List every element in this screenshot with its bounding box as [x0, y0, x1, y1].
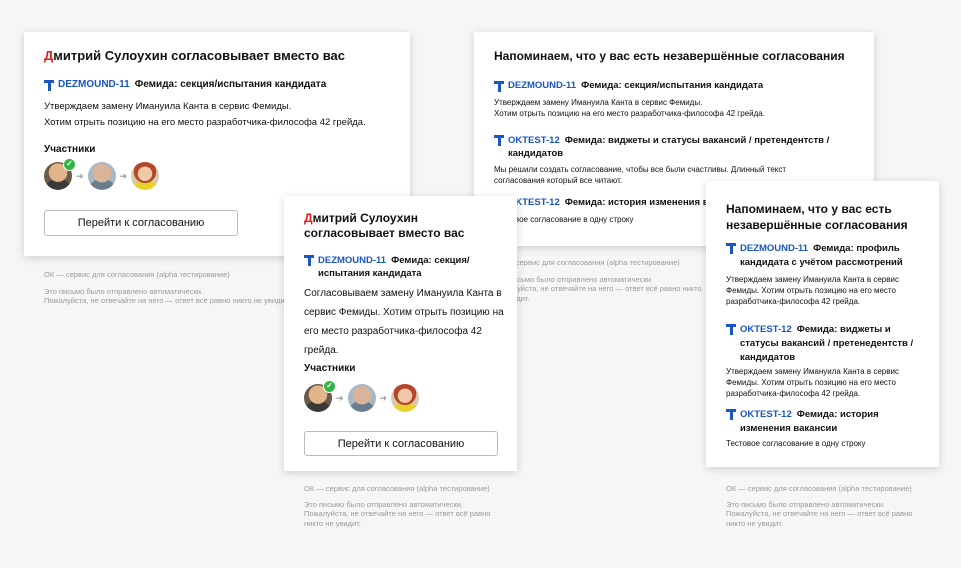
ticket-key-link[interactable]: DEZMOUND-11	[508, 80, 576, 91]
ticket-description: Утверждаем замену Имануила Канта в серви…	[44, 101, 366, 128]
email-footer: ОК — сервис для согласования (alpha тест…	[494, 258, 702, 303]
ticket-key-link[interactable]: DEZMOUND-11	[318, 255, 386, 266]
tracker-t-icon	[726, 324, 736, 335]
avatar[interactable]	[87, 162, 116, 190]
go-to-approval-button[interactable]: Перейти к согласованию	[44, 210, 238, 236]
tracker-t-icon	[726, 243, 736, 254]
ticket-name: Фемида: секция/испытания кандидата	[134, 79, 327, 90]
ticket-row[interactable]: DEZMOUND-11 Фемида: секция/испытания канд…	[304, 254, 504, 280]
ticket-key-link[interactable]: DEZMOUND-11	[58, 79, 130, 90]
arrow-right-icon: ➔	[336, 392, 344, 403]
ticket-description: Утверждаем замену Имануила Канта в серви…	[726, 367, 899, 398]
ticket-row[interactable]: DEZMOUND-11 Фемида: профиль кандидата с у…	[726, 242, 931, 270]
ticket-row[interactable]: OKTEST-12 Фемида: виджеты и статусы вакан…	[726, 323, 931, 365]
card-title: Дмитрий Сулоухин согласовывает вместо ва…	[44, 48, 346, 63]
ticket-description: Согласовываем замену Имануила Канта в се…	[304, 288, 504, 356]
ticket-key-link[interactable]: OKTEST-12	[508, 135, 560, 146]
ticket-row[interactable]: OKTEST-12 Фемида: история изменения вакан…	[726, 408, 931, 436]
ticket-row[interactable]: DEZMOUND-11 Фемида: секция/испытания кан…	[494, 80, 854, 92]
tracker-t-icon	[494, 135, 504, 146]
ticket-key-link[interactable]: DEZMOUND-11	[740, 243, 808, 254]
email-footer: ОК — сервис для согласования (alpha тест…	[726, 484, 913, 528]
participants-list: ✓ ➔ ➔	[304, 380, 420, 412]
participants-label: Участники	[304, 363, 356, 374]
email-footer: ОК — сервис для согласования (alpha тест…	[44, 270, 290, 305]
avatar[interactable]	[347, 384, 376, 412]
go-to-approval-button[interactable]: Перейти к согласованию	[304, 431, 498, 456]
avatar[interactable]: ✓	[304, 380, 336, 412]
ticket-description: Утверждаем замену Имануила Канта в серви…	[726, 275, 899, 306]
participants-label: Участники	[44, 144, 96, 155]
tracker-t-icon	[304, 255, 314, 266]
avatar[interactable]	[131, 162, 160, 190]
email-footer: ОК — сервис для согласования (alpha тест…	[304, 484, 491, 528]
participants-list: ✓ ➔ ➔	[44, 158, 160, 190]
arrow-right-icon: ➔	[119, 170, 128, 181]
tracker-t-icon	[726, 409, 736, 420]
ticket-key-link[interactable]: OKTEST-12	[740, 409, 792, 420]
tracker-t-icon	[44, 80, 54, 91]
arrow-right-icon: ➔	[379, 392, 388, 403]
card-title: Напоминаем, что у вас есть незавершённые…	[494, 49, 845, 63]
card-title: Напоминаем, что у вас есть незавершённые…	[726, 202, 908, 232]
ticket-row[interactable]: DEZMOUND-11 Фемида: секция/испытания кан…	[44, 79, 326, 91]
avatar[interactable]	[391, 384, 420, 412]
ticket-description: Утверждаем замену Имануила Канта в серви…	[494, 98, 765, 118]
ticket-description: Тестовое согласование в одну строку	[726, 439, 866, 448]
avatar[interactable]: ✓	[44, 158, 76, 190]
ticket-name: Фемида: секция/испытания кандидата	[581, 80, 764, 91]
checkmark-icon: ✓	[63, 158, 76, 171]
tracker-t-icon	[494, 81, 504, 92]
reminder-email-card-narrow: Напоминаем, что у вас есть незавершённые…	[706, 181, 939, 467]
checkmark-icon: ✓	[323, 380, 336, 393]
delegation-email-card-narrow: Дмитрий Сулоухин согласовывает вместо ва…	[284, 196, 517, 471]
ticket-row[interactable]: OKTEST-12 Фемида: виджеты и статусы вакан…	[494, 134, 844, 160]
card-title: Дмитрий Сулоухин согласовывает вместо ва…	[304, 211, 465, 240]
arrow-right-icon: ➔	[76, 170, 84, 181]
ticket-key-link[interactable]: OKTEST-12	[740, 324, 792, 335]
